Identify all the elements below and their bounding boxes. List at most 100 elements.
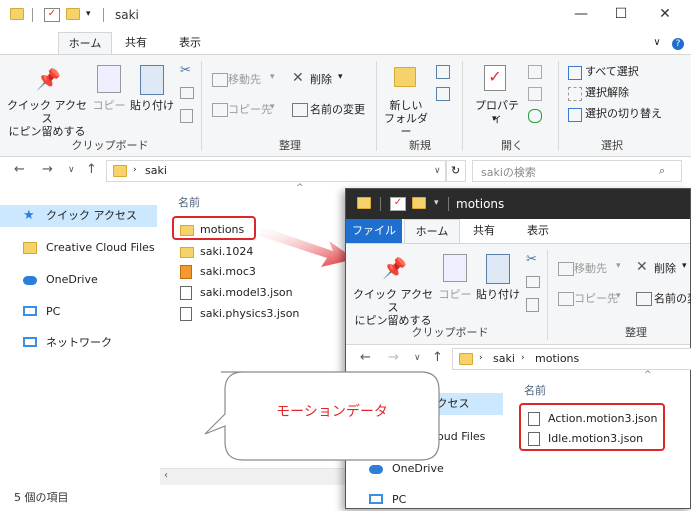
copy-path-icon[interactable] bbox=[526, 276, 540, 288]
close-button[interactable]: ✕ bbox=[650, 4, 680, 24]
new-folder-quick-icon[interactable] bbox=[66, 8, 80, 20]
paste-button[interactable]: 貼り付け bbox=[130, 99, 174, 112]
move-to-button[interactable]: 移動先 bbox=[228, 73, 261, 86]
tab-home[interactable]: ホーム bbox=[404, 219, 460, 244]
breadcrumb-item[interactable]: saki bbox=[493, 352, 515, 365]
qat-dropdown-icon[interactable]: ▾ bbox=[434, 197, 448, 209]
copy-to-button[interactable]: コピー先 bbox=[574, 292, 618, 305]
scroll-left-icon[interactable]: ‹ bbox=[164, 470, 168, 481]
copy-button[interactable]: コピー bbox=[92, 99, 126, 112]
sidebar-item-network[interactable]: ネットワーク bbox=[0, 332, 157, 354]
copy-button[interactable]: コピー bbox=[438, 288, 472, 301]
recent-dropdown-icon[interactable]: ∨ bbox=[414, 353, 421, 363]
invert-selection-button[interactable]: 選択の切り替え bbox=[585, 107, 662, 120]
sidebar-item-pc[interactable]: PC bbox=[0, 301, 157, 323]
help-icon[interactable]: ? bbox=[670, 32, 686, 54]
breadcrumb-item[interactable]: saki bbox=[145, 164, 167, 177]
creative-cloud-icon bbox=[23, 242, 37, 254]
delete-icon: ✕ bbox=[636, 259, 648, 275]
minimize-button[interactable]: — bbox=[566, 4, 596, 24]
up-arrow-icon[interactable]: ↑ bbox=[86, 162, 97, 177]
move-to-button[interactable]: 移動先 bbox=[574, 262, 607, 275]
sidebar-item-onedrive[interactable]: OneDrive bbox=[0, 269, 157, 291]
move-to-dropdown-icon[interactable]: ▾ bbox=[270, 71, 275, 84]
sidebar-item-creative-cloud[interactable]: Creative Cloud Files bbox=[0, 237, 157, 259]
edit-icon[interactable] bbox=[528, 87, 542, 101]
breadcrumb-item[interactable]: motions bbox=[535, 352, 579, 365]
forward-arrow-icon[interactable]: → bbox=[42, 162, 53, 177]
new-folder-quick-icon[interactable] bbox=[412, 197, 426, 209]
address-bar[interactable]: › saki › motions bbox=[452, 348, 691, 370]
new-folder-icon bbox=[394, 67, 416, 87]
tab-share[interactable]: 共有 bbox=[116, 32, 156, 54]
title-separator bbox=[103, 8, 104, 22]
column-header-name[interactable]: 名前 bbox=[178, 194, 200, 210]
copy-icon bbox=[443, 254, 467, 282]
collapse-ribbon-icon[interactable]: ∨ bbox=[650, 32, 664, 54]
tab-view[interactable]: 表示 bbox=[168, 32, 212, 54]
file-name: saki.physics3.json bbox=[200, 307, 300, 320]
rename-icon bbox=[292, 103, 308, 117]
tab-file[interactable]: ファイル bbox=[346, 219, 402, 243]
move-to-dropdown-icon[interactable]: ▾ bbox=[616, 260, 621, 273]
back-arrow-icon[interactable]: ← bbox=[14, 162, 25, 177]
delete-button[interactable]: 削除 bbox=[654, 262, 676, 275]
pin-quick-access-button[interactable]: クイック アクセス にピン留めする bbox=[4, 99, 90, 138]
qat-dropdown-icon[interactable]: ▾ bbox=[86, 8, 100, 20]
new-item-icon[interactable] bbox=[436, 65, 450, 79]
up-arrow-icon[interactable]: ↑ bbox=[432, 350, 443, 365]
delete-dropdown-icon[interactable]: ▾ bbox=[682, 260, 687, 273]
select-none-button[interactable]: 選択解除 bbox=[585, 86, 629, 99]
json-file-icon bbox=[180, 307, 192, 321]
refresh-button[interactable]: ↻ bbox=[446, 160, 466, 182]
paste-button[interactable]: 貼り付け bbox=[476, 288, 520, 301]
search-input[interactable]: sakiの検索 bbox=[481, 164, 536, 180]
organize-group-label: 整理 bbox=[625, 326, 647, 339]
title-separator bbox=[380, 197, 381, 211]
paste-shortcut-icon[interactable] bbox=[180, 109, 193, 123]
moc-file-icon bbox=[180, 265, 192, 279]
new-folder-button[interactable]: 新しい フォルダー bbox=[380, 99, 432, 138]
recent-dropdown-icon[interactable]: ∨ bbox=[68, 165, 75, 175]
folder-icon bbox=[113, 165, 127, 177]
tab-view[interactable]: 表示 bbox=[516, 219, 560, 243]
delete-button[interactable]: 削除 bbox=[310, 73, 332, 86]
callout-text: モーションデータ bbox=[276, 404, 388, 420]
easy-access-icon[interactable] bbox=[436, 87, 450, 101]
history-icon[interactable] bbox=[528, 109, 542, 123]
copy-path-icon[interactable] bbox=[180, 87, 194, 99]
column-header-name[interactable]: 名前 bbox=[524, 382, 546, 398]
forward-arrow-icon[interactable]: → bbox=[388, 350, 399, 365]
search-box[interactable]: sakiの検索 ⌕ bbox=[472, 160, 682, 182]
address-bar[interactable]: › saki bbox=[106, 160, 446, 182]
pin-quick-access-button[interactable]: クイック アクセス にピン留めする bbox=[350, 288, 436, 327]
properties-check-icon[interactable]: ✓ bbox=[44, 8, 60, 22]
sort-ascending-icon: ^ bbox=[644, 370, 652, 380]
cut-icon[interactable]: ✂ bbox=[180, 63, 191, 78]
copy-to-dropdown-icon[interactable]: ▾ bbox=[616, 290, 621, 303]
cut-icon[interactable]: ✂ bbox=[526, 252, 537, 267]
select-all-button[interactable]: すべて選択 bbox=[585, 65, 639, 78]
back-arrow-icon[interactable]: ← bbox=[360, 350, 371, 365]
sidebar-item-quick-access[interactable]: ★ クイック アクセス bbox=[0, 205, 157, 227]
copy-to-dropdown-icon[interactable]: ▾ bbox=[270, 101, 275, 114]
new-group-label: 新規 bbox=[409, 139, 431, 152]
tab-home[interactable]: ホーム bbox=[58, 32, 112, 55]
copy-to-button[interactable]: コピー先 bbox=[228, 103, 272, 116]
maximize-button[interactable]: ☐ bbox=[606, 4, 636, 24]
paste-shortcut-icon[interactable] bbox=[526, 298, 539, 312]
delete-dropdown-icon[interactable]: ▾ bbox=[338, 71, 343, 84]
copy-icon bbox=[97, 65, 121, 93]
select-none-icon bbox=[568, 87, 582, 101]
horizontal-scrollbar[interactable]: ‹ bbox=[160, 468, 350, 485]
rename-button[interactable]: 名前の変更 bbox=[310, 103, 365, 116]
properties-dropdown-icon[interactable]: ▾ bbox=[492, 113, 497, 126]
sidebar-item-pc[interactable]: PC bbox=[346, 489, 503, 511]
rename-button[interactable]: 名前の変 bbox=[654, 292, 691, 305]
tab-share[interactable]: 共有 bbox=[464, 219, 504, 243]
address-dropdown-icon[interactable]: ∨ bbox=[434, 166, 441, 176]
open-icon[interactable] bbox=[528, 65, 542, 79]
properties-button[interactable]: プロパティ bbox=[470, 99, 524, 125]
properties-check-icon[interactable]: ✓ bbox=[390, 197, 406, 211]
paste-icon bbox=[140, 65, 164, 95]
